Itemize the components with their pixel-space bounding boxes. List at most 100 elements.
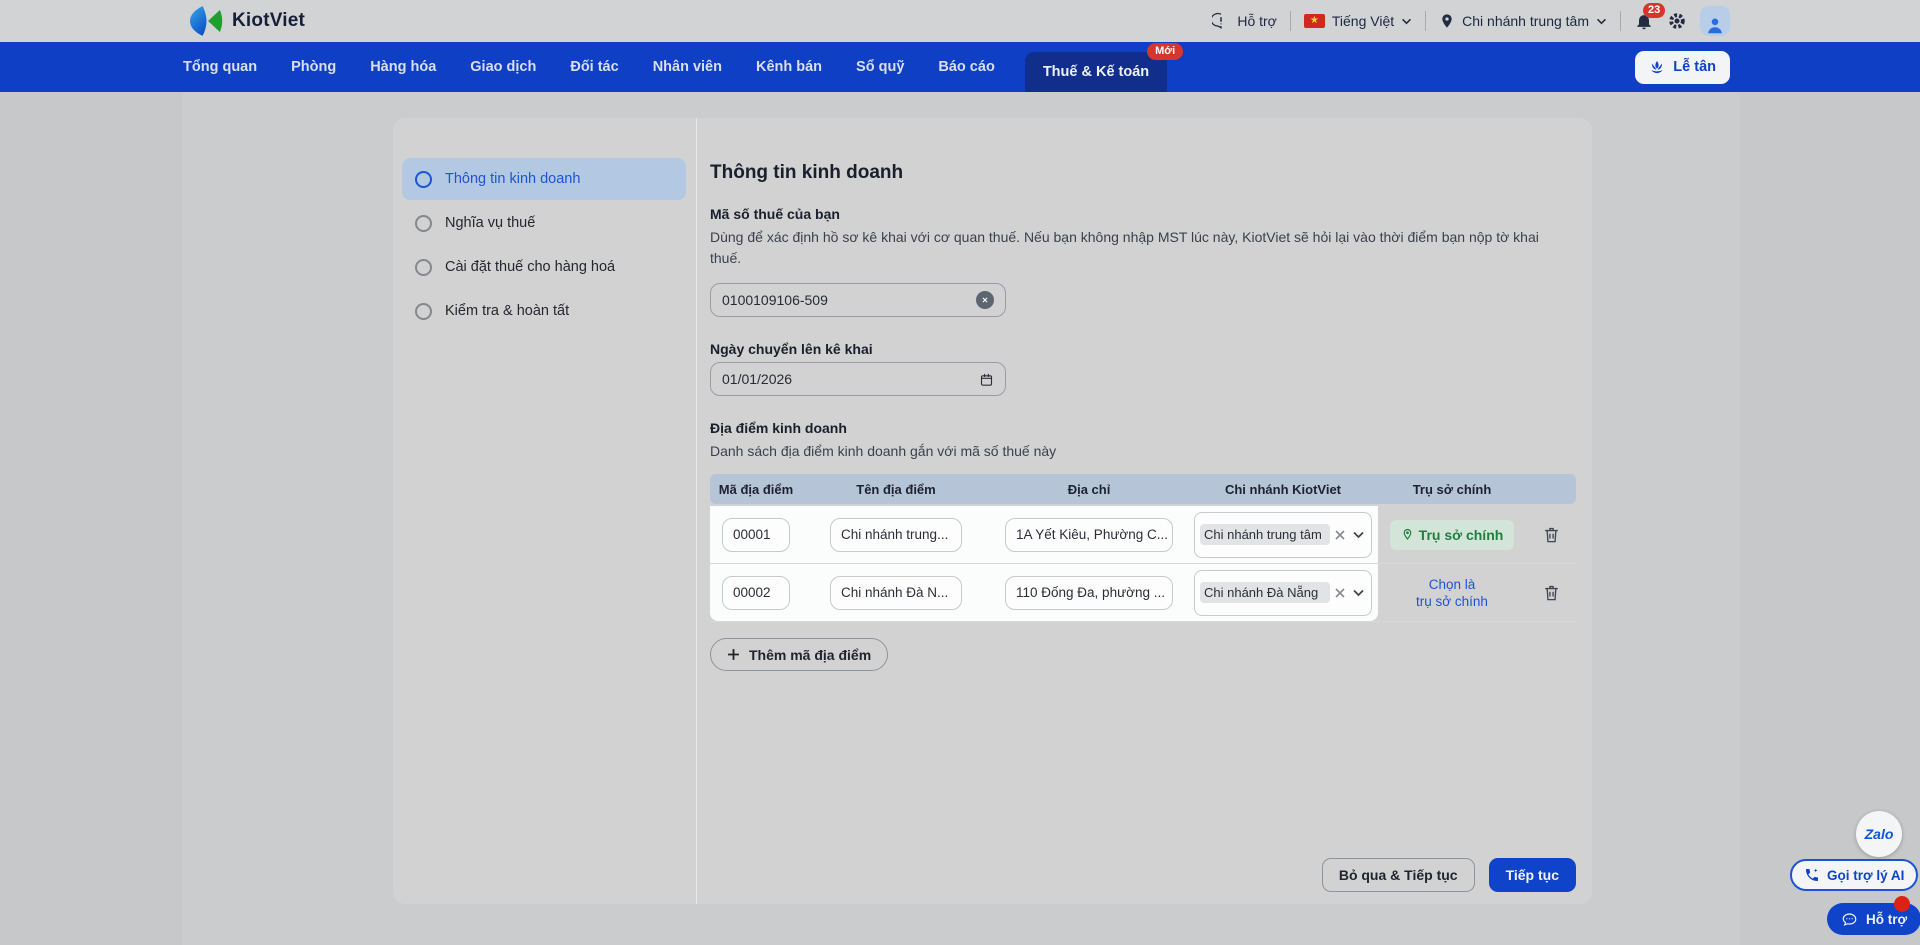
- nav-item-tong-quan[interactable]: Tổng quan: [183, 59, 257, 75]
- nav-item-so-quy[interactable]: Sổ quỹ: [856, 59, 904, 75]
- plus-icon: [728, 649, 739, 660]
- nav-item-bao-cao[interactable]: Báo cáo: [938, 59, 994, 75]
- col-header-branch: Chi nhánh KiotViet: [1224, 481, 1342, 497]
- step-circle-icon: [415, 170, 432, 188]
- nav-item-kenh-ban[interactable]: Kênh bán: [756, 59, 822, 75]
- chat-bubble-icon: [1841, 911, 1858, 928]
- language-selector[interactable]: ★ Tiếng Việt: [1303, 13, 1412, 29]
- headquarters-badge: Trụ sở chính: [1389, 519, 1515, 550]
- divider: [1289, 11, 1291, 31]
- form-footer: Bỏ qua & Tiếp tục Tiếp tục: [1321, 858, 1576, 892]
- branch-select[interactable]: Chi nhánh trung tâm: [1194, 511, 1372, 558]
- clear-branch-icon[interactable]: [1333, 528, 1347, 542]
- step-business-info[interactable]: Thông tin kinh doanh: [402, 158, 686, 200]
- step-circle-icon: [415, 214, 432, 232]
- notification-count-badge: 23: [1643, 3, 1666, 18]
- step-product-tax[interactable]: Cài đặt thuế cho hàng hoá: [402, 246, 686, 288]
- wizard-steps: Thông tin kinh doanh Nghĩa vụ thuế Cài đ…: [393, 118, 697, 904]
- notifications-button[interactable]: 23: [1634, 3, 1666, 31]
- location-code-input[interactable]: 00001: [722, 517, 790, 552]
- reception-label: Lễ tân: [1673, 59, 1716, 75]
- tax-code-description: Dùng để xác định hồ sơ kê khai với cơ qu…: [710, 229, 1539, 266]
- help-label: Hỗ trợ: [1237, 13, 1277, 29]
- content-area: Thông tin kinh doanh Nghĩa vụ thuế Cài đ…: [182, 92, 1740, 945]
- kiotviet-logo-icon: [190, 6, 223, 36]
- col-header-name: Tên địa điểm: [856, 481, 936, 497]
- tax-code-input[interactable]: 0100109106-509: [710, 283, 1006, 317]
- reception-button[interactable]: Lễ tân: [1635, 50, 1730, 84]
- gear-icon: [1669, 13, 1685, 29]
- branch-selector[interactable]: Chi nhánh trung tâm: [1439, 13, 1607, 29]
- nav-tab-thue-ke-toan[interactable]: Thuế & Kế toán Mới: [1024, 43, 1184, 92]
- add-location-button[interactable]: Thêm mã địa điểm: [710, 638, 889, 671]
- table-header: Mã địa điểm Tên địa điểm Địa chỉ Chi nhá…: [710, 474, 1576, 504]
- col-header-address: Địa chỉ: [1067, 481, 1111, 497]
- divider: [1620, 11, 1621, 31]
- location-name-input[interactable]: Chi nhánh trung...: [830, 517, 962, 552]
- step-circle-icon: [415, 302, 432, 320]
- nav-item-giao-dich[interactable]: Giao dịch: [470, 59, 536, 75]
- location-address-input[interactable]: 110 Đống Đa, phường ...: [1005, 575, 1173, 610]
- step-review-finish[interactable]: Kiểm tra & hoàn tất: [402, 290, 686, 332]
- continue-button[interactable]: Tiếp tục: [1488, 858, 1576, 892]
- help-bubble-icon: [1212, 12, 1230, 30]
- branch-select[interactable]: Chi nhánh Đà Nẵng: [1194, 569, 1372, 616]
- calendar-icon: [980, 373, 993, 386]
- nav-items: Tổng quan Phòng Hàng hóa Giao dịch Đối t…: [183, 42, 995, 92]
- location-pin-icon: [1439, 13, 1455, 29]
- lotus-icon: [1649, 59, 1665, 75]
- vietnam-flag-icon: ★: [1303, 14, 1325, 28]
- set-headquarters-link[interactable]: Chọn là trụ sở chính: [1416, 576, 1488, 610]
- table-row: 00001 Chi nhánh trung... 1A Yết Kiêu, Ph…: [710, 506, 1576, 564]
- step-label: Cài đặt thuế cho hàng hoá: [445, 259, 616, 275]
- new-badge: Mới: [1147, 43, 1184, 60]
- support-chat-label: Hỗ trợ: [1866, 911, 1908, 927]
- selected-branch: Chi nhánh trung tâm: [1200, 524, 1330, 545]
- topbar: KiotViet Hỗ trợ ★ Tiếng Việt Chi nhánh t…: [0, 0, 1920, 42]
- clear-tax-code-button[interactable]: [976, 291, 994, 309]
- location-name-input[interactable]: Chi nhánh Đà N...: [830, 575, 962, 610]
- step-label: Nghĩa vụ thuế: [445, 215, 536, 231]
- hq-badge-label: Trụ sở chính: [1418, 526, 1504, 543]
- col-header-hq: Trụ sở chính: [1412, 481, 1492, 497]
- declare-date-value: 01/01/2026: [722, 371, 793, 387]
- chevron-down-icon: [1596, 18, 1607, 25]
- nav-item-phong[interactable]: Phòng: [291, 59, 336, 75]
- divider: [1425, 11, 1427, 31]
- user-avatar[interactable]: [1700, 6, 1730, 36]
- location-address-input[interactable]: 1A Yết Kiêu, Phường C...: [1005, 517, 1173, 552]
- delete-location-button[interactable]: [1540, 581, 1563, 604]
- zalo-logo: Zalo: [1864, 826, 1894, 842]
- chevron-down-icon: [1401, 18, 1412, 25]
- brand-name: KiotViet: [232, 10, 306, 31]
- delete-location-button[interactable]: [1540, 523, 1563, 546]
- phone-sparkle-icon: [1804, 867, 1820, 883]
- help-menu[interactable]: Hỗ trợ: [1212, 12, 1277, 30]
- step-tax-obligation[interactable]: Nghĩa vụ thuế: [402, 202, 686, 244]
- declare-date-label: Ngày chuyển lên kê khai: [710, 341, 873, 357]
- language-label: Tiếng Việt: [1331, 13, 1395, 29]
- tax-code-label: Mã số thuế của bạn: [710, 206, 840, 222]
- nav-item-hang-hoa[interactable]: Hàng hóa: [370, 59, 436, 75]
- chevron-down-icon[interactable]: [1350, 589, 1365, 597]
- branch-label: Chi nhánh trung tâm: [1462, 13, 1589, 29]
- ai-assistant-button[interactable]: Gọi trợ lý AI: [1790, 859, 1919, 891]
- skip-continue-button[interactable]: Bỏ qua & Tiếp tục: [1321, 858, 1475, 892]
- person-icon: [1708, 18, 1722, 34]
- kiotviet-logo[interactable]: KiotViet: [190, 6, 305, 36]
- calendar-button[interactable]: [979, 372, 994, 387]
- table-row: 00002 Chi nhánh Đà N... 110 Đống Đa, phư…: [710, 564, 1576, 622]
- col-header-code: Mã địa điểm: [718, 481, 794, 497]
- declare-date-input[interactable]: 01/01/2026: [710, 362, 1006, 396]
- nav-item-nhan-vien[interactable]: Nhân viên: [653, 59, 722, 75]
- locations-table: Mã địa điểm Tên địa điểm Địa chỉ Chi nhá…: [710, 474, 1576, 622]
- nav-item-doi-tac[interactable]: Đối tác: [570, 59, 618, 75]
- step-circle-icon: [415, 258, 432, 276]
- pin-icon: [1401, 528, 1414, 541]
- location-code-input[interactable]: 00002: [722, 575, 790, 610]
- settings-button[interactable]: [1667, 11, 1687, 31]
- clear-branch-icon[interactable]: [1333, 586, 1347, 600]
- chevron-down-icon[interactable]: [1350, 531, 1365, 539]
- zalo-widget[interactable]: Zalo: [1856, 811, 1902, 857]
- nav-tab-label: Thuế & Kế toán: [1042, 64, 1150, 80]
